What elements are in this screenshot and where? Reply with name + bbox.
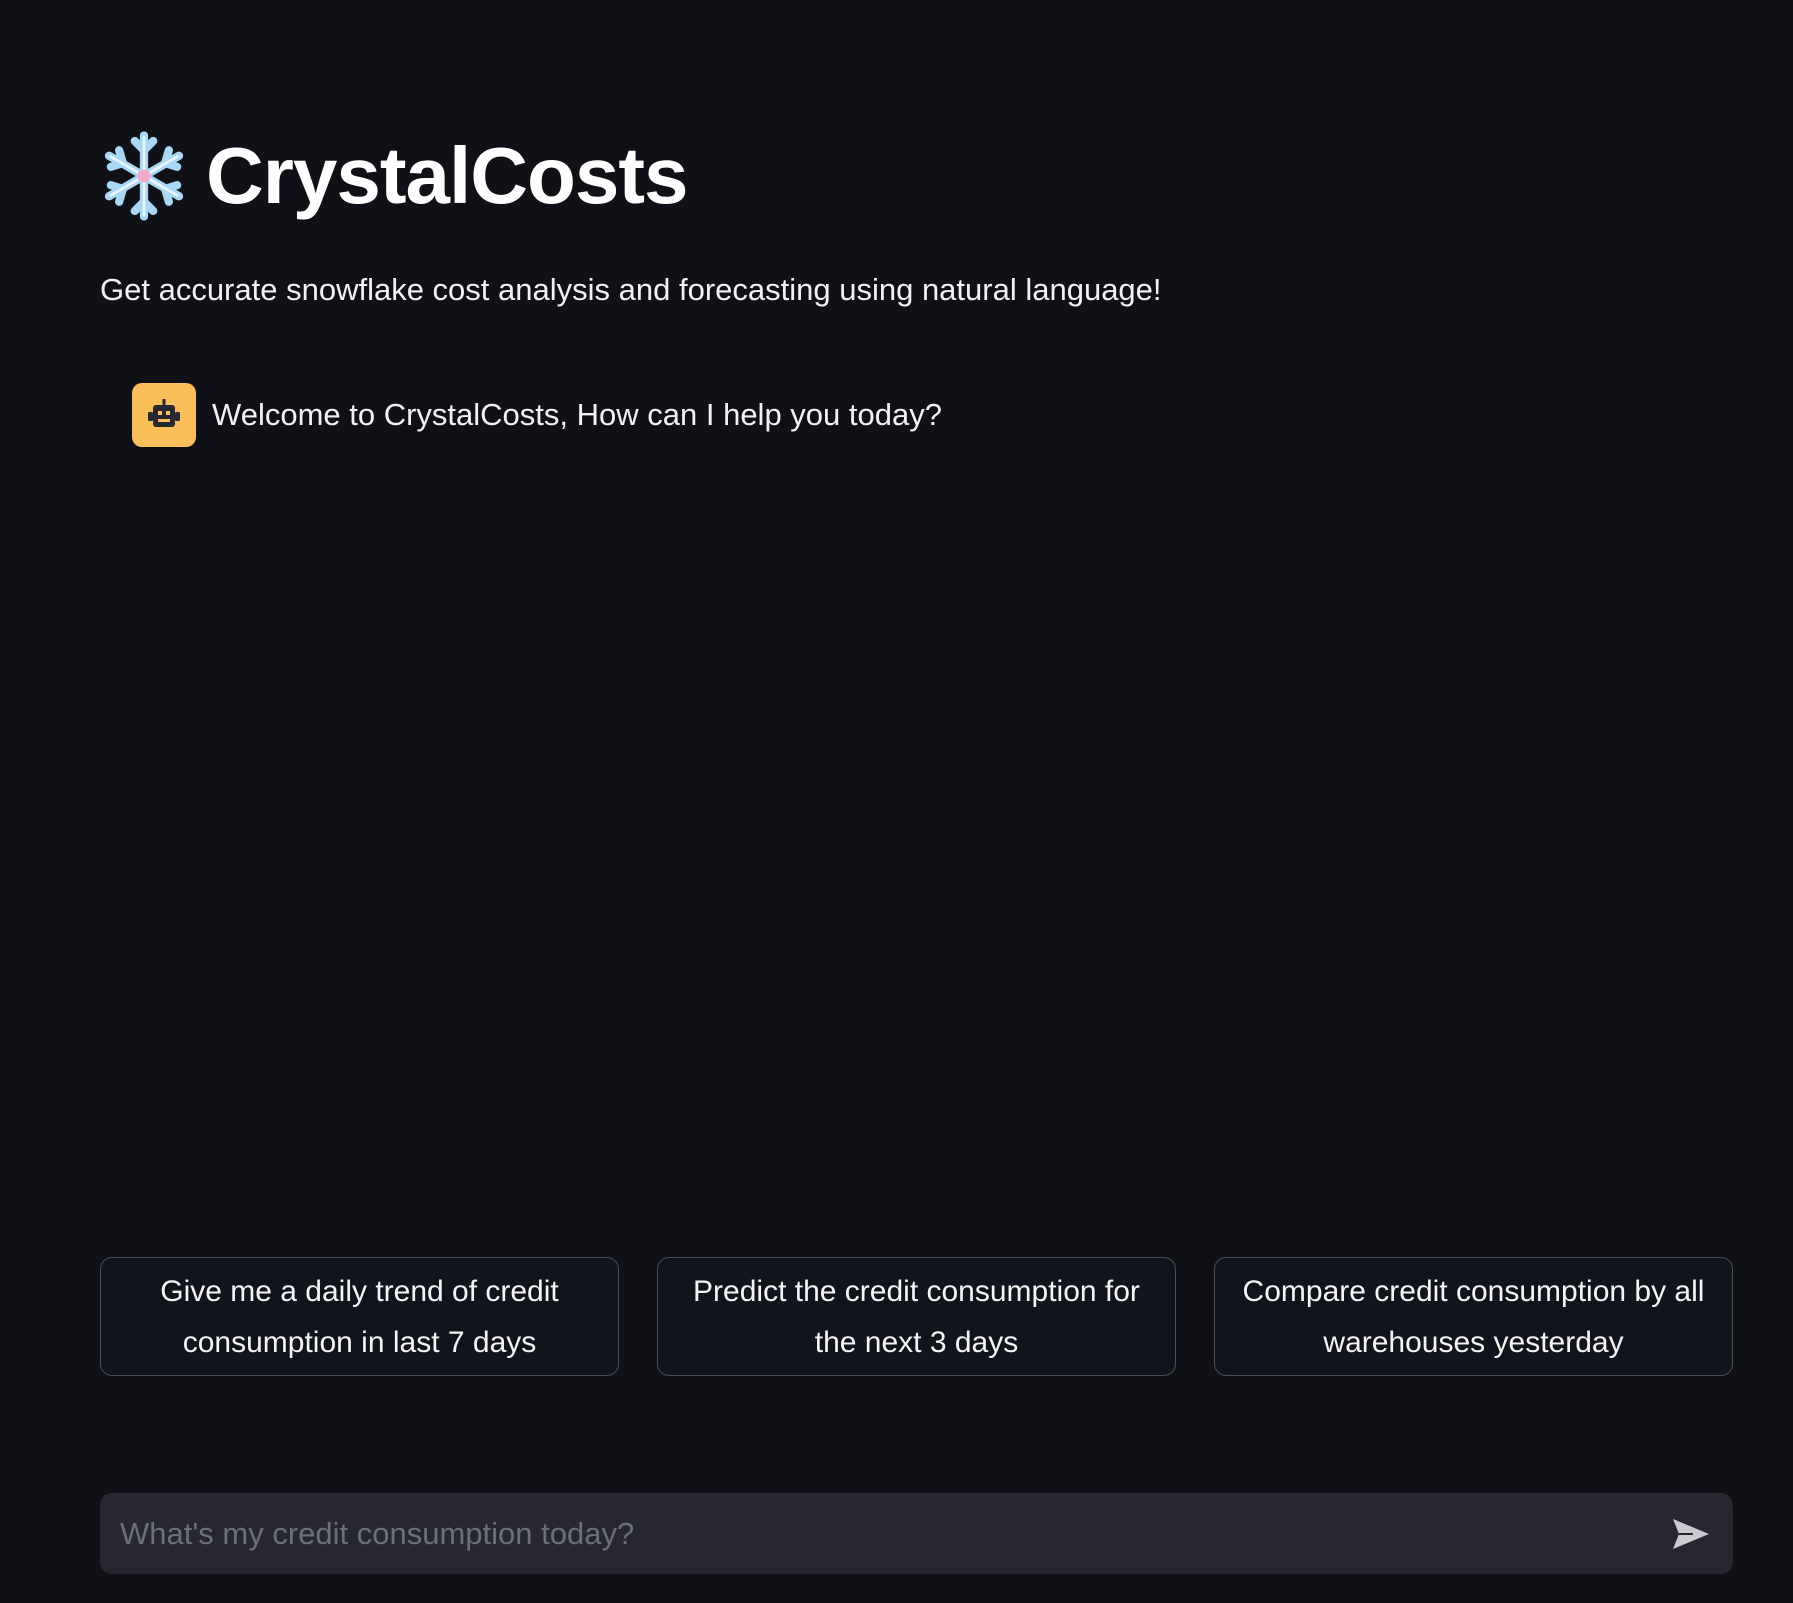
send-button[interactable] (1667, 1510, 1715, 1558)
app-page: CrystalCosts Get accurate snowflake cost… (0, 0, 1793, 1603)
chat-input[interactable] (118, 1514, 1667, 1553)
chat-input-bar (100, 1493, 1733, 1574)
title-row: CrystalCosts (98, 130, 689, 222)
send-icon (1673, 1518, 1709, 1549)
snowflake-icon (104, 131, 184, 221)
suggestion-buttons: Give me a daily trend of credit consumpt… (100, 1257, 1733, 1376)
assistant-message: Welcome to CrystalCosts, How can I help … (132, 383, 942, 447)
suggestion-button-predict[interactable]: Predict the credit consumption for the n… (657, 1257, 1176, 1376)
suggestion-button-compare-warehouses[interactable]: Compare credit consumption by all wareho… (1214, 1257, 1733, 1376)
assistant-message-text: Welcome to CrystalCosts, How can I help … (212, 397, 942, 432)
page-title: CrystalCosts (206, 131, 689, 220)
page-subtitle: Get accurate snowflake cost analysis and… (100, 272, 1162, 307)
robot-icon (148, 399, 180, 427)
assistant-avatar (132, 383, 196, 447)
suggestion-button-daily-trend[interactable]: Give me a daily trend of credit consumpt… (100, 1257, 619, 1376)
